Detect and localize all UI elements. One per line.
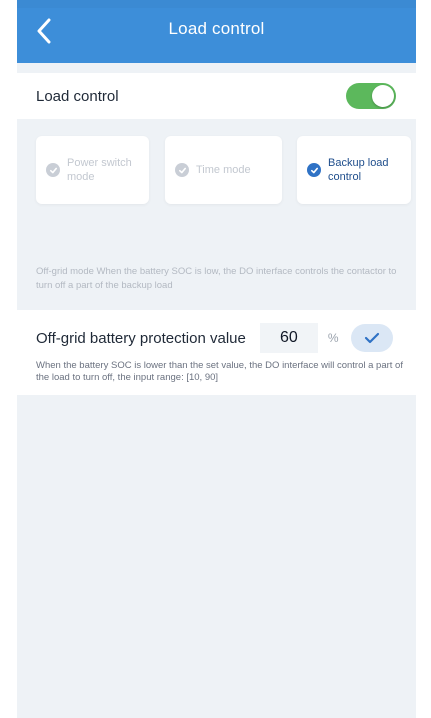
percent-unit: % [327,331,339,345]
mode-option-backup-load[interactable]: Backup load control [297,136,411,204]
mode-label: Power switch mode [67,157,132,183]
status-bar [17,0,416,8]
load-control-toggle[interactable] [346,83,396,109]
radio-check-icon [175,163,189,177]
protection-section: Off-grid battery protection value % When… [17,310,416,395]
load-control-screen: Load control Load control Power switch m… [17,0,416,718]
mode-label: Backup load control [328,157,389,183]
confirm-button[interactable] [350,324,393,352]
check-icon [364,332,379,344]
mode-option-time[interactable]: Time mode [165,136,282,204]
protection-label: Off-grid battery protection value [36,329,246,347]
radio-check-icon [307,163,321,177]
protection-row: Off-grid battery protection value % [36,318,408,358]
protection-hint: When the battery SOC is lower than the s… [36,360,403,383]
app-header: Load control [17,0,416,63]
page-title: Load control [168,19,265,38]
offgrid-mode-hint: Off-grid mode When the battery SOC is lo… [36,266,397,291]
mode-option-power-switch[interactable]: Power switch mode [36,136,149,204]
load-control-label: Load control [36,87,119,105]
mode-label: Time mode [196,164,251,176]
mode-selector: Power switch mode Time mode Backup load … [36,136,412,204]
load-control-row: Load control [17,73,416,119]
toggle-knob [372,85,394,107]
protection-value-input[interactable] [259,323,318,353]
radio-check-icon [46,163,60,177]
